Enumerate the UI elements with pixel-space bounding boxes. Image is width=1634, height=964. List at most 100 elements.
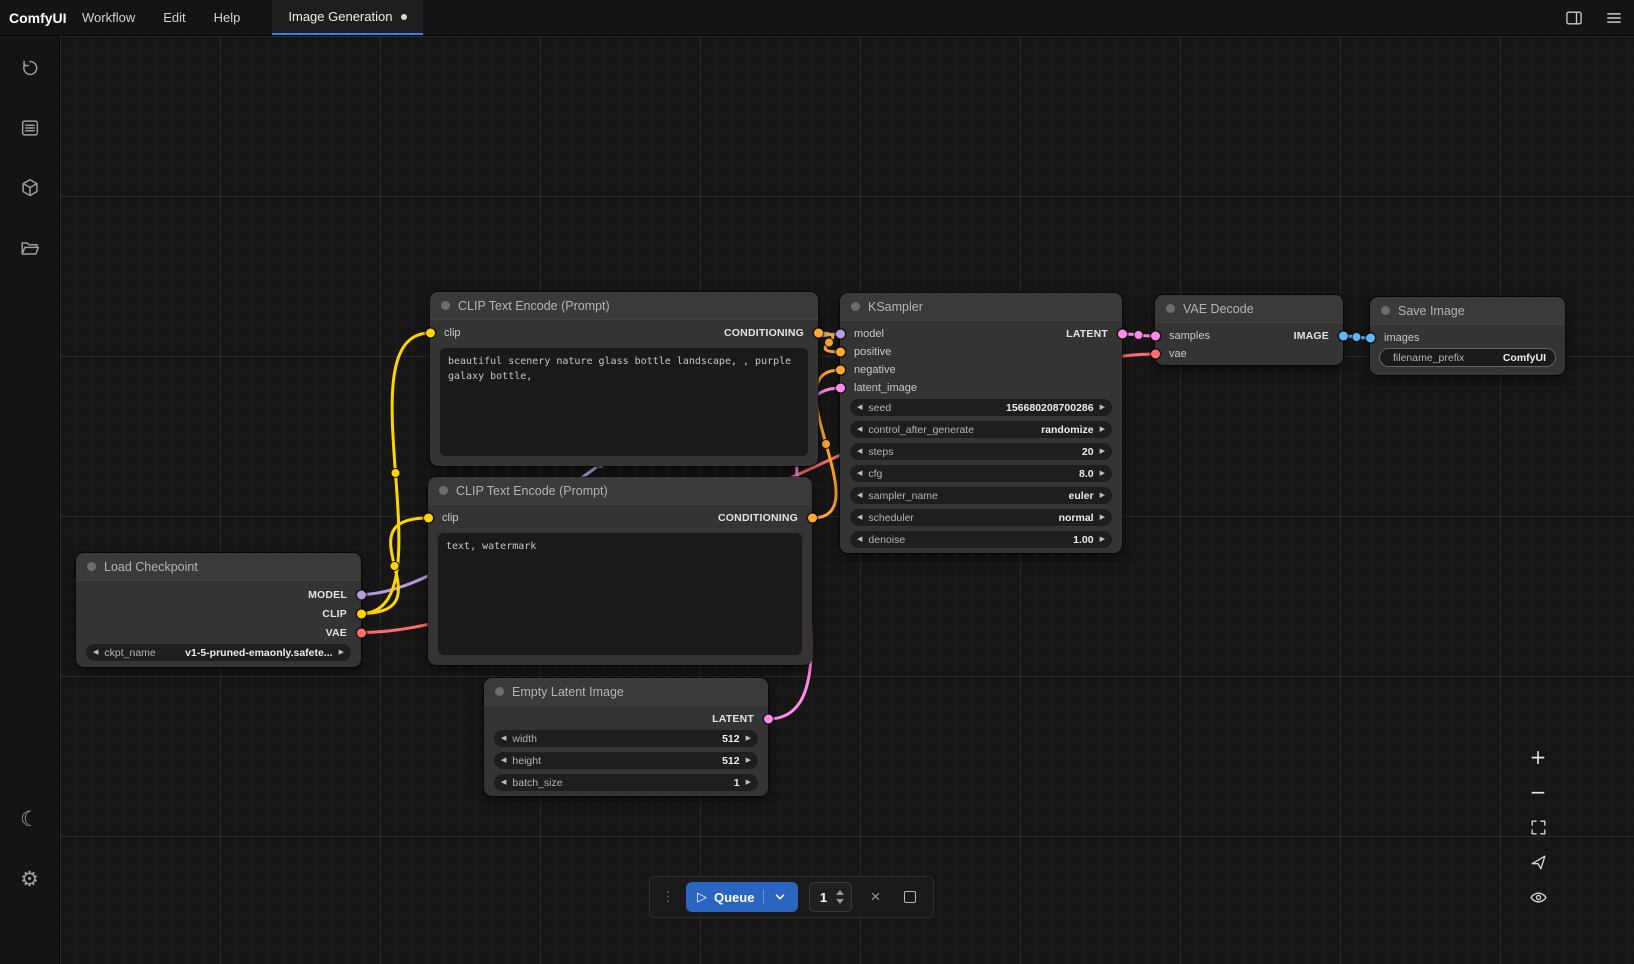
- zoom-out-button[interactable]: −: [1521, 778, 1555, 806]
- node-header[interactable]: Empty Latent Image: [484, 678, 768, 706]
- output-slot-conditioning[interactable]: [814, 329, 823, 338]
- output-slot-vae[interactable]: [357, 628, 366, 637]
- next-value-icon[interactable]: ▶: [339, 649, 344, 656]
- input-slot-positive[interactable]: [836, 348, 845, 357]
- collapse-dot[interactable]: [851, 302, 860, 311]
- tab-image-generation[interactable]: Image Generation: [272, 0, 423, 35]
- decrement-icon[interactable]: ◀: [857, 536, 862, 543]
- widget-sampler-name[interactable]: ◀ sampler_name euler ▶: [850, 487, 1112, 504]
- history-button[interactable]: [8, 46, 52, 90]
- hamburger-menu-button[interactable]: [1594, 0, 1634, 35]
- collapse-dot[interactable]: [495, 687, 504, 696]
- fit-view-button[interactable]: [1521, 813, 1555, 841]
- decrement-icon[interactable]: ◀: [857, 404, 862, 411]
- collapse-dot[interactable]: [1166, 304, 1175, 313]
- widget-seed[interactable]: ◀ seed 156680208700286 ▶: [850, 399, 1112, 416]
- node-header[interactable]: VAE Decode: [1155, 295, 1343, 323]
- theme-toggle-button[interactable]: ☾: [8, 797, 52, 841]
- spinner-up-icon[interactable]: [836, 890, 844, 895]
- collapse-dot[interactable]: [441, 301, 450, 310]
- widget-filename-prefix[interactable]: filename_prefix ComfyUI: [1380, 349, 1555, 366]
- next-value-icon[interactable]: ▶: [1100, 492, 1105, 499]
- output-slot-latent[interactable]: [764, 715, 773, 724]
- input-slot-samples[interactable]: [1151, 332, 1160, 341]
- menu-help[interactable]: Help: [214, 10, 241, 25]
- output-slot-image[interactable]: [1339, 332, 1348, 341]
- widget-cfg[interactable]: ◀ cfg 8.0 ▶: [850, 465, 1112, 482]
- prev-value-icon[interactable]: ◀: [93, 649, 98, 656]
- decrement-icon[interactable]: ◀: [857, 448, 862, 455]
- increment-icon[interactable]: ▶: [1100, 404, 1105, 411]
- select-mode-button[interactable]: [1521, 848, 1555, 876]
- workflows-button[interactable]: [8, 226, 52, 270]
- input-slot-images[interactable]: [1366, 334, 1375, 343]
- stop-button[interactable]: [898, 885, 922, 909]
- node-header[interactable]: CLIP Text Encode (Prompt): [428, 477, 812, 505]
- output-slot-latent[interactable]: [1118, 330, 1127, 339]
- node-clip-text-encode-negative[interactable]: CLIP Text Encode (Prompt) clip CONDITION…: [428, 477, 812, 665]
- panel-toggle-button[interactable]: [1554, 0, 1594, 35]
- node-save-image[interactable]: Save Image images filename_prefix ComfyU…: [1370, 297, 1565, 375]
- widget-height[interactable]: ◀ height 512 ▶: [494, 752, 758, 769]
- input-slot-clip[interactable]: [426, 329, 435, 338]
- input-slot-vae[interactable]: [1151, 350, 1160, 359]
- input-slot-model[interactable]: [836, 330, 845, 339]
- collapse-dot[interactable]: [87, 562, 96, 571]
- increment-icon[interactable]: ▶: [746, 779, 751, 786]
- prev-value-icon[interactable]: ◀: [857, 514, 862, 521]
- widget-control-after-generate[interactable]: ◀ control_after_generate randomize ▶: [850, 421, 1112, 438]
- collapse-dot[interactable]: [1381, 306, 1390, 315]
- widget-ckpt-name[interactable]: ◀ ckpt_name v1-5-pruned-emaonly.safete..…: [86, 644, 351, 661]
- queue-panel-button[interactable]: [8, 106, 52, 150]
- node-header[interactable]: CLIP Text Encode (Prompt): [430, 292, 818, 320]
- input-slot-negative[interactable]: [836, 366, 845, 375]
- increment-icon[interactable]: ▶: [746, 757, 751, 764]
- prev-value-icon[interactable]: ◀: [857, 492, 862, 499]
- menu-workflow[interactable]: Workflow: [82, 10, 135, 25]
- node-ksampler[interactable]: KSampler model LATENT positive negative …: [840, 293, 1122, 553]
- spinner-down-icon[interactable]: [836, 899, 844, 904]
- node-vae-decode[interactable]: VAE Decode samples IMAGE vae: [1155, 295, 1343, 365]
- node-load-checkpoint[interactable]: Load Checkpoint MODEL CLIP VAE ◀ ckpt_na…: [76, 553, 361, 667]
- widget-steps[interactable]: ◀ steps 20 ▶: [850, 443, 1112, 460]
- next-value-icon[interactable]: ▶: [1100, 514, 1105, 521]
- clear-queue-button[interactable]: ×: [863, 885, 887, 909]
- widget-scheduler[interactable]: ◀ scheduler normal ▶: [850, 509, 1112, 526]
- increment-icon[interactable]: ▶: [1100, 536, 1105, 543]
- next-value-icon[interactable]: ▶: [1100, 426, 1105, 433]
- node-header[interactable]: KSampler: [840, 293, 1122, 321]
- prev-value-icon[interactable]: ◀: [857, 426, 862, 433]
- panel-toggle-icon: [1564, 8, 1584, 28]
- increment-icon[interactable]: ▶: [746, 735, 751, 742]
- drag-handle-icon[interactable]: ⋮: [661, 890, 675, 904]
- decrement-icon[interactable]: ◀: [857, 470, 862, 477]
- increment-icon[interactable]: ▶: [1100, 448, 1105, 455]
- widget-width[interactable]: ◀ width 512 ▶: [494, 730, 758, 747]
- node-library-button[interactable]: [8, 166, 52, 210]
- zoom-in-button[interactable]: +: [1521, 743, 1555, 771]
- decrement-icon[interactable]: ◀: [501, 779, 506, 786]
- toggle-visibility-button[interactable]: [1521, 883, 1555, 911]
- queue-button[interactable]: ▷ Queue: [686, 882, 798, 912]
- increment-icon[interactable]: ▶: [1100, 470, 1105, 477]
- output-slot-model[interactable]: [357, 590, 366, 599]
- positive-prompt-textarea[interactable]: beautiful scenery nature glass bottle la…: [440, 348, 808, 456]
- widget-batch-size[interactable]: ◀ batch_size 1 ▶: [494, 774, 758, 791]
- menu-edit[interactable]: Edit: [163, 10, 185, 25]
- output-slot-clip[interactable]: [357, 609, 366, 618]
- collapse-dot[interactable]: [439, 486, 448, 495]
- negative-prompt-textarea[interactable]: text, watermark: [438, 533, 802, 655]
- node-clip-text-encode-positive[interactable]: CLIP Text Encode (Prompt) clip CONDITION…: [430, 292, 818, 466]
- queue-options-dropdown[interactable]: [763, 890, 787, 904]
- output-slot-conditioning[interactable]: [808, 514, 817, 523]
- decrement-icon[interactable]: ◀: [501, 735, 506, 742]
- input-slot-clip[interactable]: [424, 514, 433, 523]
- node-empty-latent-image[interactable]: Empty Latent Image LATENT ◀ width 512 ▶ …: [484, 678, 768, 796]
- input-slot-latent-image[interactable]: [836, 384, 845, 393]
- widget-denoise[interactable]: ◀ denoise 1.00 ▶: [850, 531, 1112, 548]
- batch-count-spinner[interactable]: 1: [809, 882, 852, 912]
- node-header[interactable]: Save Image: [1370, 297, 1565, 325]
- node-header[interactable]: Load Checkpoint: [76, 553, 361, 581]
- settings-button[interactable]: ⚙: [8, 857, 52, 901]
- decrement-icon[interactable]: ◀: [501, 757, 506, 764]
